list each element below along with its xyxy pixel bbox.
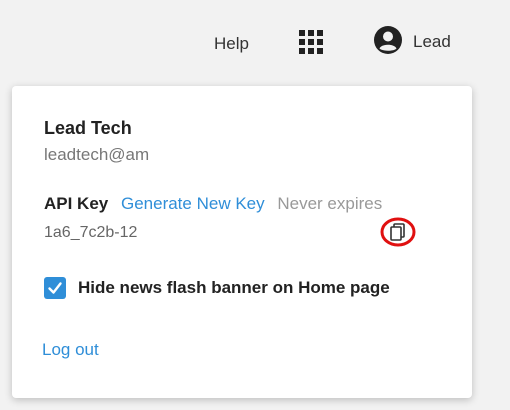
copy-icon (380, 217, 416, 247)
key-expiry-text: Never expires (277, 194, 383, 213)
apps-grid-icon[interactable] (298, 29, 324, 55)
account-dropdown-panel: Lead Tech leadtech@am API Key Generate N… (12, 86, 472, 398)
hide-banner-option[interactable]: Hide news flash banner on Home page (44, 276, 390, 300)
top-bar: Help Lead (0, 0, 510, 86)
api-key-value: 1a6_7c2b-12 (44, 224, 138, 241)
generate-new-key-link[interactable]: Generate New Key (121, 194, 265, 213)
copy-api-key-button[interactable] (379, 216, 417, 248)
account-circle-icon (373, 25, 403, 60)
user-email: leadtech@am (44, 145, 150, 164)
hide-banner-label: Hide news flash banner on Home page (78, 278, 390, 297)
log-out-link[interactable]: Log out (42, 340, 99, 360)
checkmark-icon (48, 282, 62, 294)
hide-banner-checkbox[interactable] (44, 277, 66, 299)
user-menu-button[interactable]: Lead (373, 25, 451, 60)
help-link[interactable]: Help (214, 34, 249, 54)
user-name-label: Lead (413, 32, 451, 51)
api-key-label: API Key (44, 194, 109, 213)
api-key-row: API Key Generate New Key Never expires (44, 194, 382, 214)
user-full-name: Lead Tech (44, 118, 132, 138)
